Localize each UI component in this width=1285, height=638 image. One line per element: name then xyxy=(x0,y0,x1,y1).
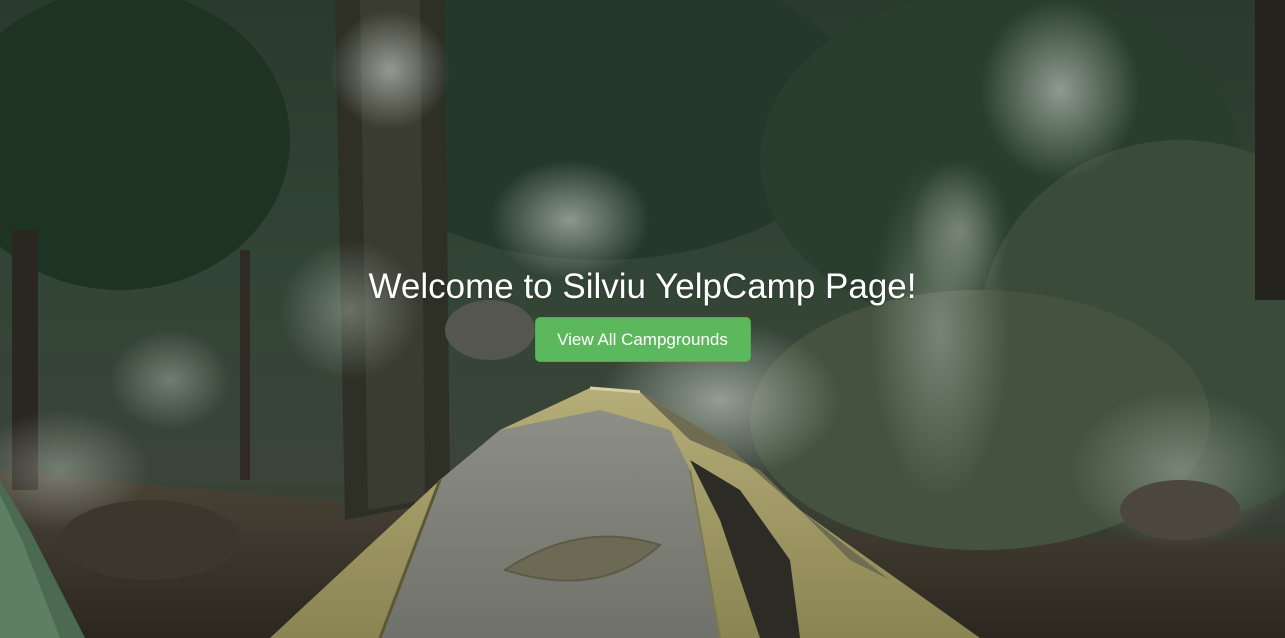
view-all-campgrounds-button[interactable]: View All Campgrounds xyxy=(534,317,751,362)
landing-header: Welcome to Silviu YelpCamp Page! View Al… xyxy=(0,262,1285,362)
page-title: Welcome to Silviu YelpCamp Page! xyxy=(368,267,917,306)
landing-page: Welcome to Silviu YelpCamp Page! View Al… xyxy=(0,0,1285,638)
